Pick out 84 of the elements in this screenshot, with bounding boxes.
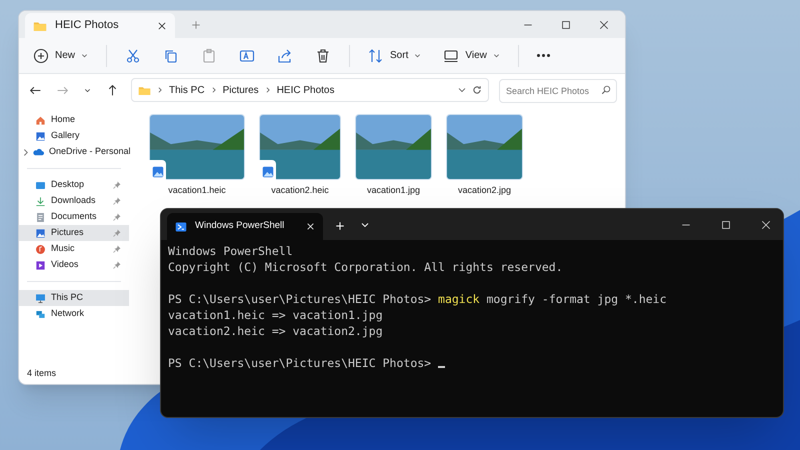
- sort-button[interactable]: Sort: [364, 42, 426, 68]
- terminal-line: PS C:\Users\user\Pictures\HEIC Photos> magick mogrify -format jpg *.heic: [168, 291, 668, 307]
- desktop-icon: [35, 180, 46, 190]
- image-file-icon: [259, 160, 276, 180]
- terminal-line: Copyright (C) Microsoft Corporation. All rights reserved.: [168, 259, 564, 275]
- sidebar-item[interactable]: OneDrive - Personal: [19, 144, 129, 160]
- view-icon: [443, 48, 460, 64]
- maximize-icon: [561, 20, 571, 30]
- sidebar-item[interactable]: Network: [19, 306, 129, 322]
- close-icon: [599, 20, 609, 30]
- network-icon: [35, 308, 46, 320]
- file-item[interactable]: vacation2.jpg: [444, 114, 525, 198]
- chevron-down-icon: [458, 86, 466, 94]
- breadcrumb-item[interactable]: This PC: [169, 82, 205, 98]
- chevron-right-icon: [264, 87, 271, 93]
- document-icon: [35, 212, 46, 222]
- pin-icon: [113, 245, 121, 253]
- file-item[interactable]: vacation1.heic: [147, 114, 247, 198]
- sidebar-item[interactable]: Desktop: [19, 177, 129, 193]
- breadcrumb-item[interactable]: Pictures: [222, 82, 259, 98]
- copy-icon: [163, 48, 180, 64]
- caret-icon: [81, 52, 88, 59]
- pin-icon: [113, 213, 121, 221]
- plus-icon: [335, 221, 345, 231]
- download-icon: [35, 196, 46, 206]
- cut-icon: [125, 48, 142, 64]
- caret-icon: [492, 52, 500, 59]
- pin-icon: [113, 197, 121, 205]
- image-file-icon: [149, 160, 166, 180]
- paste-icon: [201, 48, 218, 64]
- rename-icon: [239, 48, 256, 64]
- sidebar-item[interactable]: Downloads: [19, 193, 129, 209]
- more-icon: [536, 54, 550, 57]
- sidebar-item[interactable]: Gallery: [19, 128, 129, 144]
- video-icon: [35, 260, 46, 270]
- computer-icon: [35, 292, 46, 304]
- view-button[interactable]: View: [439, 42, 504, 68]
- status-text: 4 items: [26, 366, 58, 380]
- terminal-line: Windows PowerShell: [168, 243, 294, 259]
- caret-icon: [414, 52, 422, 59]
- plus-icon: [191, 20, 201, 30]
- expand-icon[interactable]: [23, 148, 28, 156]
- file-item[interactable]: vacation2.heic: [257, 114, 343, 198]
- up-arrow-icon: [106, 84, 119, 96]
- pin-icon: [113, 229, 121, 237]
- home-icon: [35, 114, 46, 126]
- terminal-line: PS C:\Users\user\Pictures\HEIC Photos>: [168, 355, 776, 371]
- new-tab-button[interactable]: [335, 221, 345, 231]
- chevron-right-icon: [157, 87, 163, 93]
- picture-icon: [35, 228, 46, 238]
- terminal-line: vacation2.heic => vacation2.jpg: [168, 323, 384, 339]
- maximize-icon: [721, 220, 731, 230]
- share-icon: [277, 48, 294, 64]
- gallery-icon: [35, 130, 46, 142]
- close-icon: [157, 20, 167, 30]
- sidebar-item[interactable]: Pictures: [19, 225, 129, 241]
- close-icon: [306, 222, 315, 231]
- sidebar-item[interactable]: Music: [19, 241, 129, 257]
- search-icon: [601, 85, 611, 95]
- cloud-icon: [33, 146, 44, 158]
- sort-icon: [368, 48, 384, 64]
- dropdown-button[interactable]: [361, 221, 369, 229]
- music-icon: [35, 244, 46, 254]
- sidebar-item[interactable]: This PC: [19, 290, 129, 306]
- breadcrumb-item[interactable]: HEIC Photos: [276, 82, 334, 98]
- tab[interactable]: HEIC Photos: [25, 13, 175, 38]
- new-button[interactable]: New: [29, 42, 92, 68]
- terminal-line: vacation1.heic => vacation1.jpg: [168, 307, 384, 323]
- sidebar-item[interactable]: Videos: [19, 257, 129, 273]
- chevron-down-icon: [361, 221, 369, 229]
- sidebar-item[interactable]: Documents: [19, 209, 129, 225]
- search-field[interactable]: Search HEIC Photos: [499, 79, 617, 103]
- powershell-icon: [175, 220, 187, 232]
- delete-icon: [315, 48, 332, 64]
- file-item[interactable]: vacation1.jpg: [353, 114, 434, 198]
- new-icon: [33, 48, 49, 64]
- pin-icon: [113, 181, 121, 189]
- sidebar-item[interactable]: Home: [19, 112, 129, 128]
- address-bar[interactable]: This PC Pictures HEIC Photos: [131, 78, 489, 102]
- pin-icon: [113, 261, 121, 269]
- close-icon: [761, 220, 771, 230]
- chevron-right-icon: [210, 87, 217, 93]
- tab[interactable]: Windows PowerShell: [167, 213, 323, 240]
- refresh-icon: [472, 85, 482, 95]
